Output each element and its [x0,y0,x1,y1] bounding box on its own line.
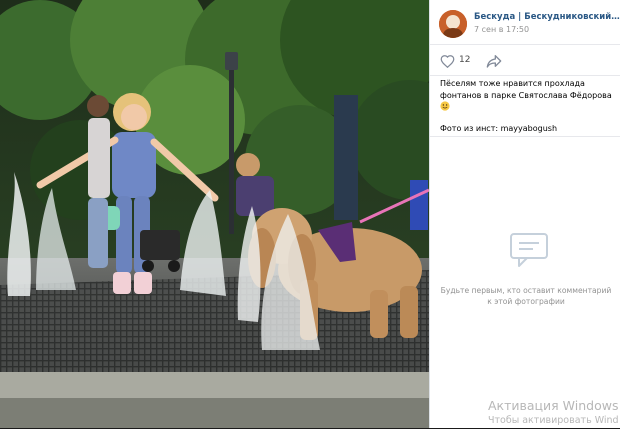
avatar-image [439,10,467,38]
photo-viewer[interactable] [0,0,429,428]
photo-credit: Фото из инст: mayyabogush [440,123,558,133]
post-caption: Пёселям тоже нравится прохлада фонтанов … [440,78,612,144]
comment-bubble-icon [509,232,549,272]
share-arrow-icon[interactable] [486,53,502,72]
post-author-link[interactable]: Бескуда | Бескудниковский район ... [474,12,620,22]
post-header: Бескуда | Бескудниковский район ... 7 се… [430,0,620,45]
caption-text: Пёселям тоже нравится прохлада фонтанов … [440,79,612,100]
like-count: 12 [459,55,471,65]
comments-section: Будьте первым, кто оставит комментарий к… [430,136,620,429]
smiling-face-emoji [440,101,450,111]
watermark-title: Активация Windows [488,398,619,413]
post-sidebar: Бескуда | Бескудниковский район ... 7 се… [429,0,620,428]
no-comments-text: Будьте первым, кто оставит комментарий к… [440,286,612,306]
caption-text-wrap: Пёселям тоже нравится прохлада фонтанов … [440,78,612,113]
post-date[interactable]: 7 сен в 17:50 [474,25,529,34]
windows-activation-watermark: Активация Windows Чтобы активировать Win… [488,398,619,426]
avatar[interactable] [439,10,467,38]
watermark-subtitle: Чтобы активировать Wind [488,415,619,426]
heart-icon[interactable] [440,53,455,72]
post-photo [0,0,429,428]
post-actions: 12 [430,45,620,76]
